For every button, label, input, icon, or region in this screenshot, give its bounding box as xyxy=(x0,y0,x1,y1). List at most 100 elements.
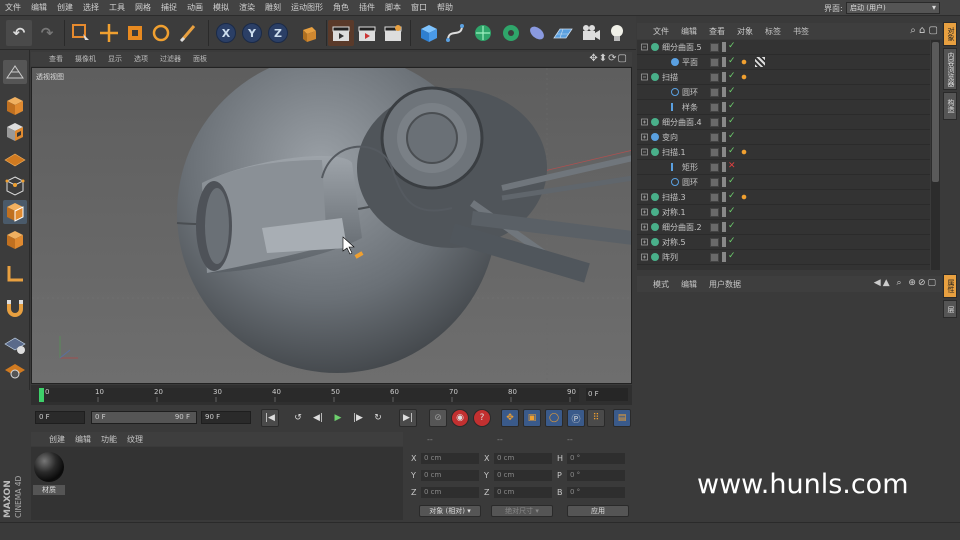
list-item[interactable]: 对称.5 ✓ xyxy=(637,235,930,250)
render-settings-button[interactable] xyxy=(380,20,406,46)
visibility-checkbox[interactable] xyxy=(710,133,719,142)
keyframe-selection-button[interactable]: ? xyxy=(473,409,491,427)
editor-visibility-dot[interactable] xyxy=(722,132,726,142)
polygons-mode-button[interactable] xyxy=(3,228,27,252)
go-to-end-button[interactable]: ▶| xyxy=(399,409,417,427)
previous-key-button[interactable]: ↺ xyxy=(289,409,307,427)
list-item[interactable]: 圆环 ✓ xyxy=(637,175,930,190)
enabled-check-icon[interactable]: ✓ xyxy=(728,176,736,186)
menu-snap[interactable]: 捕捉 xyxy=(156,2,182,13)
list-item[interactable]: 阵列 ✓ xyxy=(637,250,930,265)
rotation-p-field[interactable]: 0 ° xyxy=(567,470,625,481)
menu-script[interactable]: 脚本 xyxy=(380,2,406,13)
object-menu-bookmarks[interactable]: 书签 xyxy=(787,26,815,37)
material-menu-function[interactable]: 功能 xyxy=(96,434,122,445)
menu-animate[interactable]: 动画 xyxy=(182,2,208,13)
render-view-button[interactable] xyxy=(328,20,354,46)
menu-tools[interactable]: 工具 xyxy=(104,2,130,13)
enabled-check-icon[interactable]: ✓ xyxy=(728,251,736,261)
editor-visibility-dot[interactable] xyxy=(722,207,726,217)
timeline-ruler[interactable]: 0 10 20 30 40 50 60 70 80 90 xyxy=(38,388,579,402)
editor-visibility-dot[interactable] xyxy=(722,147,726,157)
position-z-field[interactable]: 0 cm xyxy=(421,487,479,498)
attribute-menu-mode[interactable]: 模式 xyxy=(637,279,675,290)
model-mode-button[interactable] xyxy=(3,94,27,118)
floor-button[interactable] xyxy=(550,20,576,46)
perspective-viewport[interactable]: 透视视图 xyxy=(31,67,632,384)
spline-pen-button[interactable] xyxy=(442,20,468,46)
visibility-checkbox[interactable] xyxy=(710,118,719,127)
live-selection-button[interactable] xyxy=(68,20,94,46)
editor-visibility-dot[interactable] xyxy=(722,177,726,187)
viewport-menu-view[interactable]: 查看 xyxy=(31,54,69,64)
viewport-menu-options[interactable]: 选项 xyxy=(128,54,154,64)
end-frame-field[interactable]: 90 F xyxy=(201,411,251,424)
editor-visibility-dot[interactable] xyxy=(722,102,726,112)
viewport-navigation-icons[interactable]: ✥⬍⟳▢ xyxy=(589,53,628,64)
phong-tag-icon[interactable] xyxy=(739,192,749,202)
coordinate-mode-select[interactable]: 对象 (相对) ▾ xyxy=(419,505,481,517)
list-item[interactable]: 细分曲面.5 ✓ xyxy=(637,40,930,55)
size-mode-select[interactable]: 绝对尺寸 ▾ xyxy=(491,505,553,517)
deformer-button[interactable] xyxy=(524,20,550,46)
editor-visibility-dot[interactable] xyxy=(722,162,726,172)
enabled-check-icon[interactable]: ✓ xyxy=(728,131,736,141)
play-button[interactable]: ▶ xyxy=(329,409,347,427)
texture-mode-button[interactable] xyxy=(3,120,27,144)
editor-visibility-dot[interactable] xyxy=(722,42,726,52)
coordinate-system-button[interactable] xyxy=(296,20,322,46)
editor-visibility-dot[interactable] xyxy=(722,192,726,202)
tab-attributes[interactable]: 属性 xyxy=(943,274,957,298)
z-axis-button[interactable]: Z xyxy=(268,23,288,43)
viewport-menu-panel[interactable]: 面板 xyxy=(187,54,213,64)
list-item[interactable]: 圆环 ✓ xyxy=(637,85,930,100)
enabled-check-icon[interactable]: ✓ xyxy=(728,86,736,96)
menu-plugins[interactable]: 插件 xyxy=(354,2,380,13)
current-frame-field[interactable]: 0 F xyxy=(586,388,628,401)
editor-visibility-dot[interactable] xyxy=(722,222,726,232)
attribute-nav-icons[interactable]: ◀▲ ⌕ ⊕⊘▢ xyxy=(874,278,938,288)
viewport-menu-filter[interactable]: 过滤器 xyxy=(154,54,187,64)
size-z-field[interactable]: 0 cm xyxy=(494,487,552,498)
phong-tag-icon[interactable] xyxy=(739,57,749,67)
enabled-check-icon[interactable]: ✓ xyxy=(728,71,736,81)
enabled-check-icon[interactable]: ✓ xyxy=(728,146,736,156)
layout-select[interactable]: 启动 (用户) xyxy=(846,2,940,14)
viewport-menu-camera[interactable]: 摄像机 xyxy=(69,54,102,64)
list-item[interactable]: 样条 ✓ xyxy=(637,100,930,115)
y-axis-button[interactable]: Y xyxy=(242,23,262,43)
list-item[interactable]: 细分曲面.2 ✓ xyxy=(637,220,930,235)
visibility-checkbox[interactable] xyxy=(710,43,719,52)
object-list-scrollbar[interactable] xyxy=(931,40,940,270)
position-key-button[interactable]: ✥ xyxy=(501,409,519,427)
rotate-button[interactable] xyxy=(148,20,174,46)
rotation-b-field[interactable]: 0 ° xyxy=(567,487,625,498)
visibility-checkbox[interactable] xyxy=(710,238,719,247)
size-x-field[interactable]: 0 cm xyxy=(494,453,552,464)
editor-visibility-dot[interactable] xyxy=(722,252,726,262)
rotation-key-button[interactable]: ◯ xyxy=(545,409,563,427)
move-button[interactable] xyxy=(96,20,122,46)
position-y-field[interactable]: 0 cm xyxy=(421,470,479,481)
position-x-field[interactable]: 0 cm xyxy=(421,453,479,464)
enabled-check-icon[interactable]: ✓ xyxy=(728,221,736,231)
next-frame-button[interactable]: |▶ xyxy=(349,409,367,427)
editor-visibility-dot[interactable] xyxy=(722,117,726,127)
editor-visibility-dot[interactable] xyxy=(722,57,726,67)
visibility-checkbox[interactable] xyxy=(710,178,719,187)
list-item[interactable]: 平面 ✓ xyxy=(637,55,930,70)
list-item[interactable]: 扫描.3 ✓ xyxy=(637,190,930,205)
tab-structure[interactable]: 构造 xyxy=(943,92,957,120)
apply-button[interactable]: 应用 xyxy=(567,505,629,517)
make-editable-button[interactable] xyxy=(3,60,27,84)
visibility-checkbox[interactable] xyxy=(710,193,719,202)
scrollbar-thumb[interactable] xyxy=(932,42,939,182)
menu-mograph[interactable]: 运动图形 xyxy=(286,2,328,13)
object-menu-file[interactable]: 文件 xyxy=(637,26,675,37)
record-button[interactable]: ⊘ xyxy=(429,409,447,427)
object-manager-nav-icons[interactable]: ⌕ ⌂ ▢ xyxy=(910,25,938,36)
point-level-key-button[interactable]: ⠿ xyxy=(587,409,605,427)
visibility-checkbox[interactable] xyxy=(710,253,719,262)
enabled-check-icon[interactable]: ✓ xyxy=(728,56,736,66)
material-menu-edit[interactable]: 编辑 xyxy=(70,434,96,445)
